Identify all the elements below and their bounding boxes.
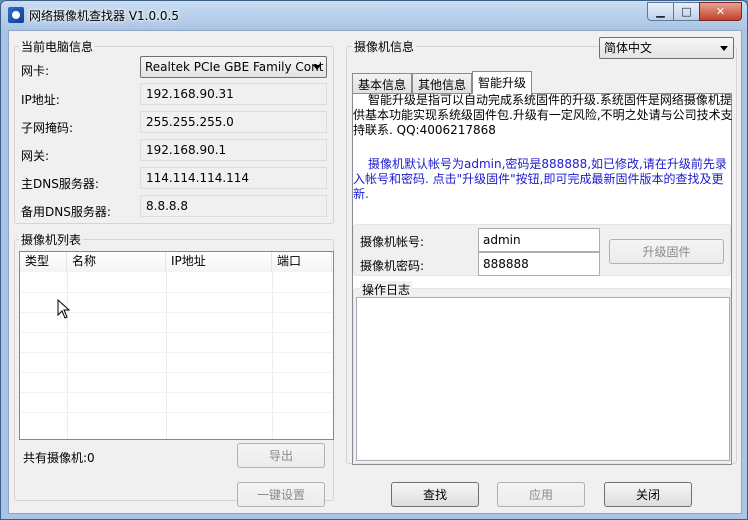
default-account-description: 摄像机默认帐号为admin,密码是888888,如已修改,请在升级前先录入帐号和… — [353, 157, 727, 201]
dns1-label: 主DNS服务器: — [21, 177, 99, 191]
row-divider — [20, 332, 333, 333]
column-type[interactable]: 类型 — [20, 252, 67, 272]
chevron-down-icon — [313, 65, 321, 70]
nic-select[interactable]: Realtek PCIe GBE Family Cont — [140, 56, 327, 78]
title-bar[interactable]: 网络摄像机查找器 V1.0.0.5 ▁ □ ✕ — [1, 1, 747, 29]
dns1-value: 114.114.114.114 — [140, 167, 327, 189]
account-label: 摄像机帐号: — [360, 235, 425, 249]
row-divider — [20, 412, 333, 413]
tab-other-info[interactable]: 其他信息 — [412, 73, 473, 94]
column-divider — [272, 272, 273, 439]
mouse-cursor-icon — [57, 299, 71, 319]
export-button[interactable]: 导出 — [237, 443, 325, 468]
operation-log-legend: 操作日志 — [360, 281, 413, 298]
column-divider — [67, 272, 68, 439]
one-key-setup-button[interactable]: 一键设置 — [237, 482, 325, 507]
camera-count-label: 共有摄像机:0 — [23, 451, 95, 465]
tab-basic-info[interactable]: 基本信息 — [352, 73, 413, 94]
column-port[interactable]: 端口 — [272, 252, 332, 272]
minimize-button[interactable]: ▁ — [647, 2, 674, 21]
upgrade-firmware-button[interactable]: 升级固件 — [609, 239, 724, 264]
camera-list[interactable]: 类型 名称 IP地址 端口 — [19, 251, 334, 440]
row-divider — [20, 292, 333, 293]
camera-list-legend: 摄像机列表 — [19, 231, 84, 248]
app-window: 网络摄像机查找器 V1.0.0.5 ▁ □ ✕ 当前电脑信息 网卡: Realt… — [0, 0, 748, 520]
client-area: 当前电脑信息 网卡: Realtek PCIe GBE Family Cont … — [8, 30, 742, 514]
dns2-value: 8.8.8.8 — [140, 195, 327, 217]
camera-app-icon — [8, 7, 24, 23]
camera-info-legend: 摄像机信息 — [352, 38, 417, 55]
row-divider — [20, 352, 333, 353]
column-ip[interactable]: IP地址 — [166, 252, 272, 272]
tab-smart-upgrade[interactable]: 智能升级 — [472, 71, 533, 94]
window-title: 网络摄像机查找器 V1.0.0.5 — [29, 9, 180, 23]
language-select[interactable]: 简体中文 — [599, 37, 734, 59]
gateway-value: 192.168.90.1 — [140, 139, 327, 161]
nic-label: 网卡: — [21, 64, 50, 78]
apply-button[interactable]: 应用 — [497, 482, 585, 507]
mask-value: 255.255.255.0 — [140, 111, 327, 133]
upgrade-description: 智能升级是指可以自动完成系统固件的升级.系统固件是网络摄像机提供基本功能实现系统… — [353, 93, 733, 137]
camera-list-header: 类型 名称 IP地址 端口 — [20, 252, 333, 272]
row-divider — [20, 372, 333, 373]
column-name[interactable]: 名称 — [67, 252, 166, 272]
password-input[interactable]: 888888 — [478, 252, 600, 276]
password-label: 摄像机密码: — [360, 259, 425, 273]
close-button[interactable]: 关闭 — [604, 482, 692, 507]
nic-select-value: Realtek PCIe GBE Family Cont — [145, 60, 324, 74]
ip-label: IP地址: — [21, 93, 60, 107]
column-divider — [166, 272, 167, 439]
mask-label: 子网掩码: — [21, 121, 74, 135]
chevron-down-icon — [720, 46, 728, 51]
dns2-label: 备用DNS服务器: — [21, 205, 111, 219]
operation-log-textarea[interactable] — [356, 297, 730, 461]
account-input[interactable]: admin — [478, 228, 600, 252]
gateway-label: 网关: — [21, 149, 50, 163]
search-button[interactable]: 查找 — [391, 482, 479, 507]
language-select-value: 简体中文 — [604, 41, 653, 55]
ip-value: 192.168.90.31 — [140, 83, 327, 105]
pc-info-legend: 当前电脑信息 — [19, 38, 96, 55]
close-window-button[interactable]: ✕ — [699, 2, 742, 21]
maximize-button[interactable]: □ — [673, 2, 700, 21]
row-divider — [20, 392, 333, 393]
